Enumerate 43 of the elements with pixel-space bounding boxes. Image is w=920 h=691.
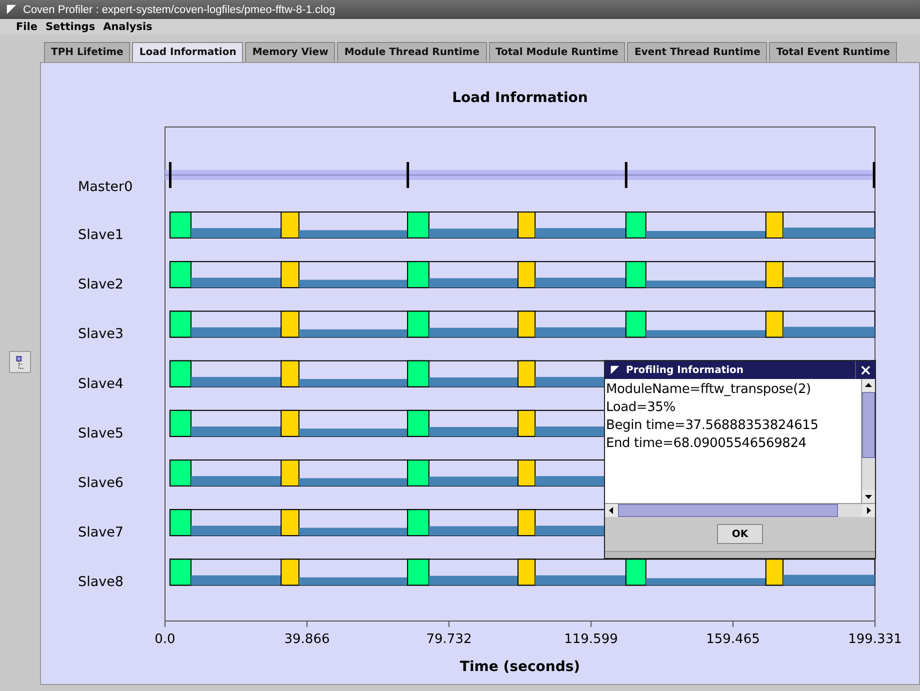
axis-tick-label: 119.599 [564, 632, 618, 647]
tab[interactable]: Memory View [245, 42, 336, 62]
lane-label: Slave2 [78, 276, 124, 293]
menu-item[interactable]: File [16, 21, 38, 34]
axis-tick-label: 159.465 [706, 632, 760, 647]
dialog-title: Profiling Information [626, 364, 745, 376]
window-title: Coven Profiler : expert-system/coven-logfiles/pmeo-fftw-8-1.clog [23, 4, 336, 16]
timeline-bar-drawing[interactable] [169, 212, 876, 238]
lane-label: Slave4 [78, 376, 124, 392]
axis-tick-label: 79.732 [426, 632, 472, 647]
lane-label: Slave6 [78, 475, 124, 491]
tab[interactable]: Total Module Runtime [488, 42, 626, 62]
tab[interactable]: Load Information [132, 42, 244, 62]
lane-label: Slave7 [78, 524, 124, 541]
lane-label: Slave8 [78, 574, 124, 590]
lane-label: Master0 [78, 179, 133, 195]
axis-tick-label: 199.331 [848, 632, 902, 647]
timeline-bar-drawing[interactable] [169, 261, 876, 288]
info-line: Begin time=37.56888353824615 [605, 417, 820, 435]
info-line: Load=35% [605, 399, 676, 417]
timeline-bar-drawing[interactable] [169, 310, 876, 338]
tab[interactable]: Module Thread Runtime [337, 42, 486, 62]
info-line: End time=68.09005546569824 [605, 435, 808, 453]
axis-tick-label: 0.0 [154, 632, 176, 647]
tab[interactable]: TPH Lifetime [44, 42, 130, 62]
lane-label: Slave1 [78, 227, 124, 243]
timeline-bar-drawing[interactable] [169, 558, 876, 586]
lane-label: Slave3 [78, 326, 124, 342]
tree-view-button[interactable] [9, 351, 31, 373]
menu-item[interactable]: Analysis [103, 21, 152, 34]
horizontal-scrollbar[interactable] [605, 503, 875, 517]
chart-title: Load Information [452, 90, 588, 106]
tab[interactable]: Event Thread Runtime [627, 42, 768, 62]
ok-button[interactable]: OK [717, 524, 763, 544]
window-menu-icon[interactable] [6, 4, 17, 16]
info-line: ModuleName=fftw_transpose(2) [605, 381, 812, 399]
axis-title: Time (seconds) [460, 659, 580, 675]
tab[interactable]: Total Event Runtime [769, 42, 898, 62]
axis-tick-label: 39.866 [284, 632, 330, 647]
vertical-scrollbar[interactable] [861, 379, 875, 503]
lane-label: Slave5 [78, 425, 124, 442]
tree-icon [16, 356, 24, 368]
menu-item[interactable]: Settings [46, 21, 96, 34]
